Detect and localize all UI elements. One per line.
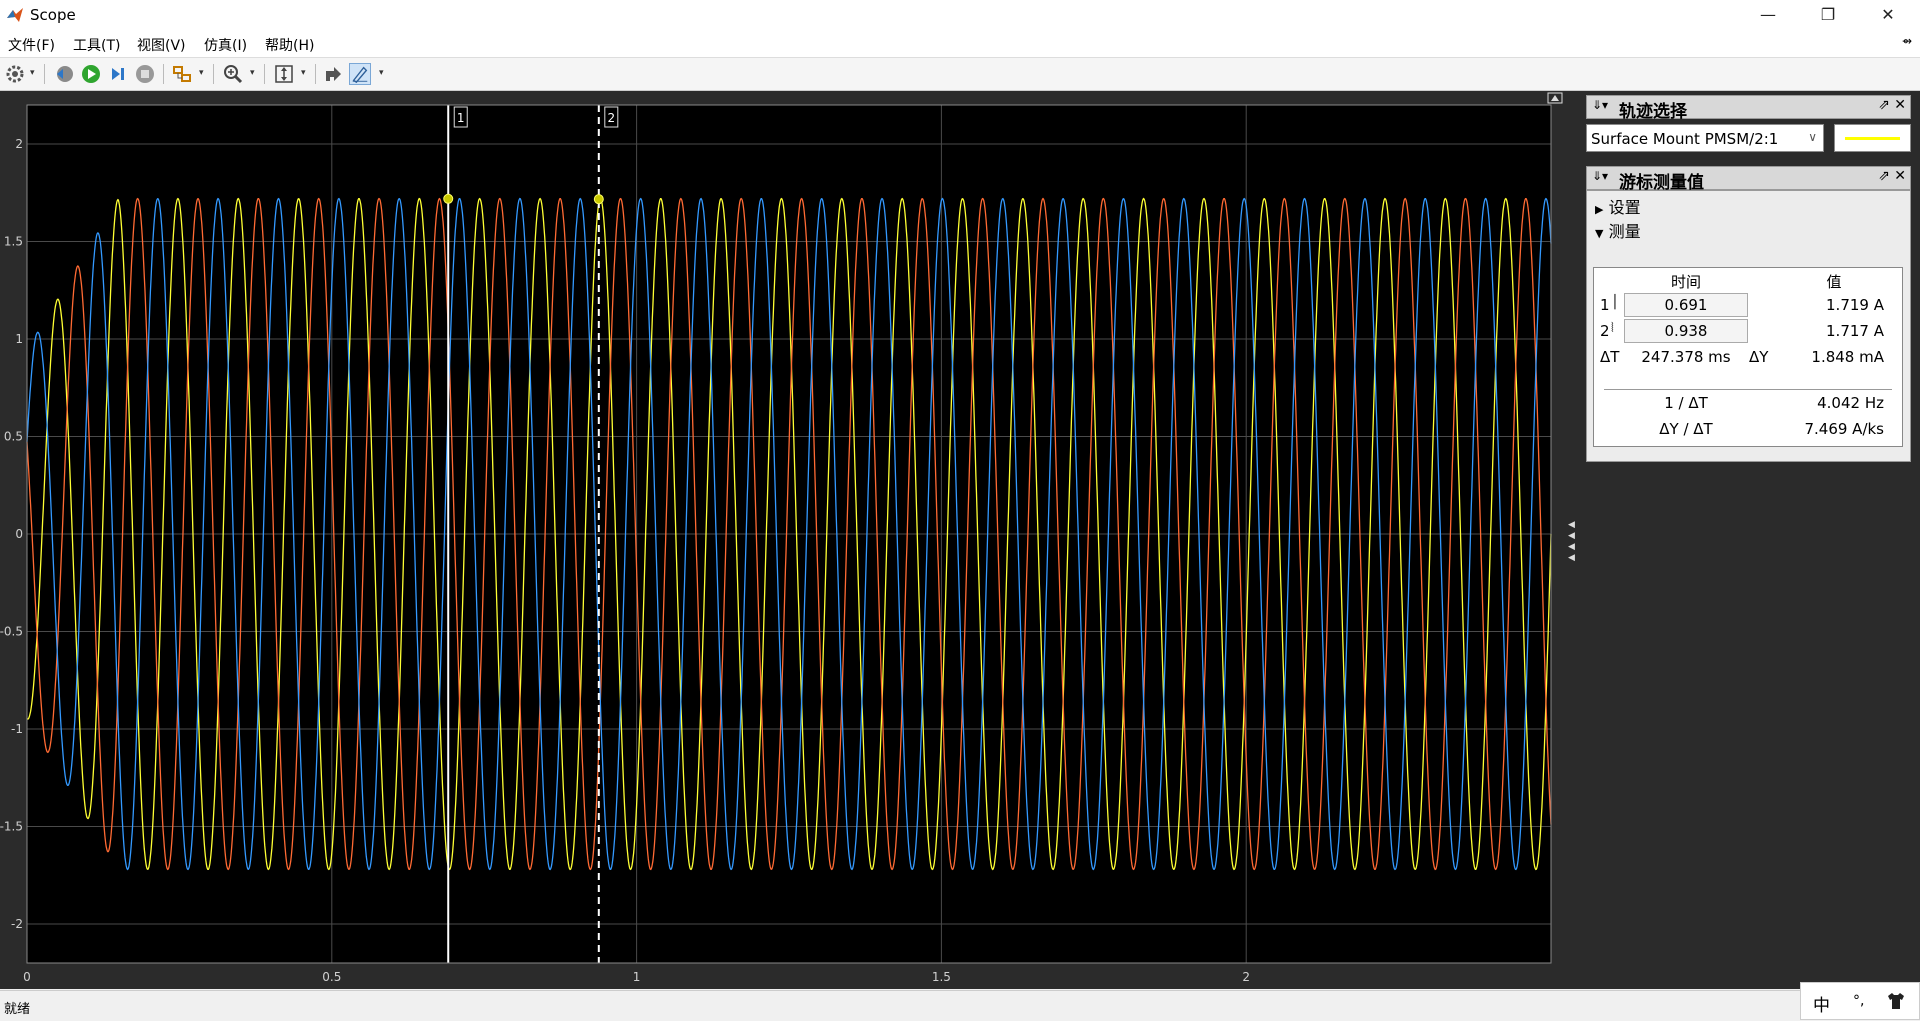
settings-label: 设置 [1608, 198, 1641, 217]
panel-close-icon[interactable]: ⇗ ✕ [1878, 97, 1906, 113]
title-bar: Scope — ❐ ✕ [0, 0, 1920, 30]
divider [1604, 389, 1892, 390]
x-tick-label: 2 [1242, 970, 1250, 984]
trace-color-line [1845, 137, 1900, 140]
cursor-1-time-input[interactable]: 0.691 [1624, 293, 1748, 317]
cursor-2-time-input[interactable]: 0.938 [1624, 319, 1748, 343]
right-panel: ⇓▾ 轨迹选择 ⇗ ✕ Surface Mount PMSM/2:1 ∨ ⇓▾ … [1578, 91, 1920, 989]
cursor-1-value: 1.719 A [1826, 296, 1884, 314]
solid-cursor-icon: │ [1611, 295, 1619, 310]
panel-collapse-handle[interactable]: ◀ ◀ ◀ ◀ [1568, 520, 1578, 564]
y-tick-label: 2 [15, 137, 23, 151]
settings-dropdown-icon[interactable]: ▾ [30, 68, 35, 78]
x-tick-label: 1.5 [932, 970, 951, 984]
ime-language-indicator[interactable]: 中 [1813, 991, 1830, 1016]
x-tick-label: 1 [633, 970, 641, 984]
delta-t-label: ΔT [1600, 348, 1620, 366]
scale-dropdown-icon[interactable]: ▾ [301, 68, 306, 78]
panel-options-icon[interactable]: ⇓▾ [1592, 98, 1608, 112]
slope-value: 7.469 A/ks [1804, 420, 1884, 438]
expand-arrow-icon: ▶ [1595, 203, 1604, 216]
y-tick-label: -1.5 [0, 820, 23, 834]
inverse-delta-t-value: 4.042 Hz [1817, 394, 1884, 412]
menu-simulation[interactable]: 仿真(I) [204, 35, 247, 55]
toolbar: ▾ ▾ ▾ ▾ ▾ [0, 58, 1920, 91]
measurements-section[interactable]: ▼ 测量 [1595, 218, 1641, 242]
y-tick-label: 0 [15, 527, 23, 541]
collapse-arrow-icon: ▼ [1595, 227, 1604, 240]
status-bar: 就绪 [0, 990, 1920, 1021]
restore-icon[interactable]: ❐ [1800, 0, 1856, 30]
cursor-2-value: 1.717 A [1826, 322, 1884, 340]
zoom-dropdown-icon[interactable]: ▾ [250, 68, 255, 78]
cursor-1-marker[interactable] [443, 193, 454, 204]
ime-toolbar[interactable]: 中 °, [1800, 982, 1920, 1020]
bring-to-front-icon[interactable] [322, 63, 344, 85]
y-tick-label: -1 [11, 722, 23, 736]
stop-icon[interactable] [134, 63, 156, 85]
x-tick-label: 0 [23, 970, 31, 984]
trace-color-swatch [1834, 124, 1911, 152]
y-tick-label: 0.5 [4, 430, 23, 444]
highlight-block-icon[interactable] [171, 63, 193, 85]
step-forward-icon[interactable] [107, 63, 129, 85]
measurements-table: 时间 值 1 │ 0.691 1.719 A 2 ⦚ 0.938 1.717 A… [1593, 267, 1903, 447]
time-header: 时间 [1670, 273, 1701, 291]
window-title: Scope [30, 6, 76, 24]
cursor-2-marker[interactable] [593, 194, 604, 205]
highlight-dropdown-icon[interactable]: ▾ [199, 68, 204, 78]
cursor-measurements-body: ▶ 设置 ▼ 测量 时间 值 1 │ 0.691 1.719 A 2 ⦚ 0.9… [1586, 190, 1911, 462]
y-tick-label: 1 [15, 332, 23, 346]
run-icon[interactable] [80, 63, 102, 85]
settings-gear-icon[interactable] [4, 63, 26, 85]
x-tick-label: 0.5 [322, 970, 341, 984]
scale-axes-icon[interactable] [273, 63, 295, 85]
step-back-icon[interactable] [53, 63, 75, 85]
pin-icon[interactable]: ⇴ [1902, 34, 1912, 48]
cursor-measurements-icon[interactable] [349, 63, 371, 85]
ime-punctuation-indicator[interactable]: °, [1853, 993, 1864, 1009]
trace-selection-title: 轨迹选择 [1619, 102, 1687, 122]
value-header: 值 [1826, 273, 1842, 291]
minimize-icon[interactable]: — [1740, 0, 1796, 30]
trace-select-value: Surface Mount PMSM/2:1 [1591, 130, 1779, 148]
shirt-icon[interactable] [1885, 991, 1907, 1011]
y-tick-label: -0.5 [0, 625, 23, 639]
chevron-down-icon[interactable]: ∨ [1808, 130, 1817, 144]
zoom-icon[interactable] [222, 63, 244, 85]
y-tick-label: -2 [11, 917, 23, 931]
undock-icon[interactable] [1547, 92, 1563, 104]
menu-file[interactable]: 文件(F) [8, 35, 55, 55]
measurements-label: 测量 [1608, 222, 1641, 241]
close-icon[interactable]: ✕ [1860, 0, 1916, 30]
cursor-1-label: 1 [1600, 296, 1610, 314]
delta-t-value: 247.378 ms [1641, 348, 1731, 366]
status-text: 就绪 [4, 1002, 31, 1017]
inverse-delta-t-label: 1 / ΔT [1664, 394, 1708, 412]
slope-label: ΔY / ΔT [1659, 420, 1713, 438]
trace-selection-header: ⇓▾ 轨迹选择 ⇗ ✕ [1586, 95, 1911, 122]
panel-close-icon[interactable]: ⇗ ✕ [1878, 168, 1906, 184]
dashed-cursor-icon: ⦚ [1611, 321, 1614, 336]
menu-help[interactable]: 帮助(H) [265, 35, 314, 55]
menu-tools[interactable]: 工具(T) [73, 35, 120, 55]
cursor-1-tag-label: 1 [457, 111, 465, 125]
cursor-measurements-header: ⇓▾ 游标测量值 ⇗ ✕ [1586, 166, 1911, 193]
y-tick-label: 1.5 [4, 235, 23, 249]
matlab-icon [7, 8, 23, 22]
scope-plot-area[interactable]: 0 0.5 1 1.5 2 2 1.5 1 0.5 0 -0.5 -1 -1.5 -2 1 2 [0, 91, 1578, 989]
scope-plot[interactable]: 0 0.5 1 1.5 2 2 1.5 1 0.5 0 -0.5 -1 -1.5 -2 1 2 [0, 91, 1578, 989]
cursor-dropdown-icon[interactable]: ▾ [379, 68, 384, 78]
cursor-2-tag-label: 2 [607, 111, 615, 125]
trace-select-dropdown[interactable]: Surface Mount PMSM/2:1 ∨ [1586, 124, 1824, 152]
settings-section[interactable]: ▶ 设置 [1595, 194, 1641, 218]
delta-y-value: 1.848 mA [1811, 348, 1884, 366]
menu-bar: 文件(F) 工具(T) 视图(V) 仿真(I) 帮助(H) ⇴ [0, 30, 1920, 58]
menu-view[interactable]: 视图(V) [137, 35, 186, 55]
cursor-2-label: 2 [1600, 322, 1610, 340]
panel-options-icon[interactable]: ⇓▾ [1592, 169, 1608, 183]
